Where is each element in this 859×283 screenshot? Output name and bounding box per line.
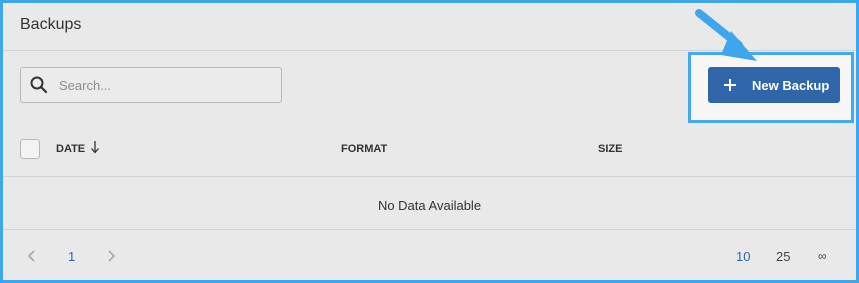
new-backup-button[interactable]: New Backup	[708, 67, 840, 103]
pagination-bar: 1 10 25 ∞	[3, 231, 856, 280]
per-page-option-all[interactable]: ∞	[818, 249, 827, 263]
select-all-checkbox[interactable]	[20, 139, 40, 159]
search-input[interactable]	[59, 68, 274, 102]
arrow-down-icon[interactable]	[90, 140, 100, 154]
page-number[interactable]: 1	[68, 249, 75, 264]
column-header-date[interactable]: DATE	[56, 143, 85, 155]
column-header-format[interactable]: FORMAT	[341, 143, 387, 155]
chevron-right-icon[interactable]	[106, 249, 116, 263]
callout-arrow-icon	[695, 9, 757, 61]
search-icon	[30, 76, 48, 94]
per-page-option-10[interactable]: 10	[736, 249, 750, 264]
per-page-option-25[interactable]: 25	[776, 249, 790, 264]
page-title: Backups	[20, 16, 82, 33]
plus-icon	[724, 79, 736, 91]
empty-message: No Data Available	[377, 198, 482, 213]
new-backup-label: New Backup	[752, 78, 830, 93]
search-box[interactable]	[20, 67, 282, 103]
column-header-size[interactable]: SIZE	[598, 143, 622, 155]
table-header: DATE FORMAT SIZE	[3, 129, 856, 177]
backups-panel: Backups New Backup DATE FORMAT SIZE No D…	[0, 0, 859, 283]
empty-table-row: No Data Available	[3, 178, 856, 230]
chevron-left-icon[interactable]	[27, 249, 37, 263]
